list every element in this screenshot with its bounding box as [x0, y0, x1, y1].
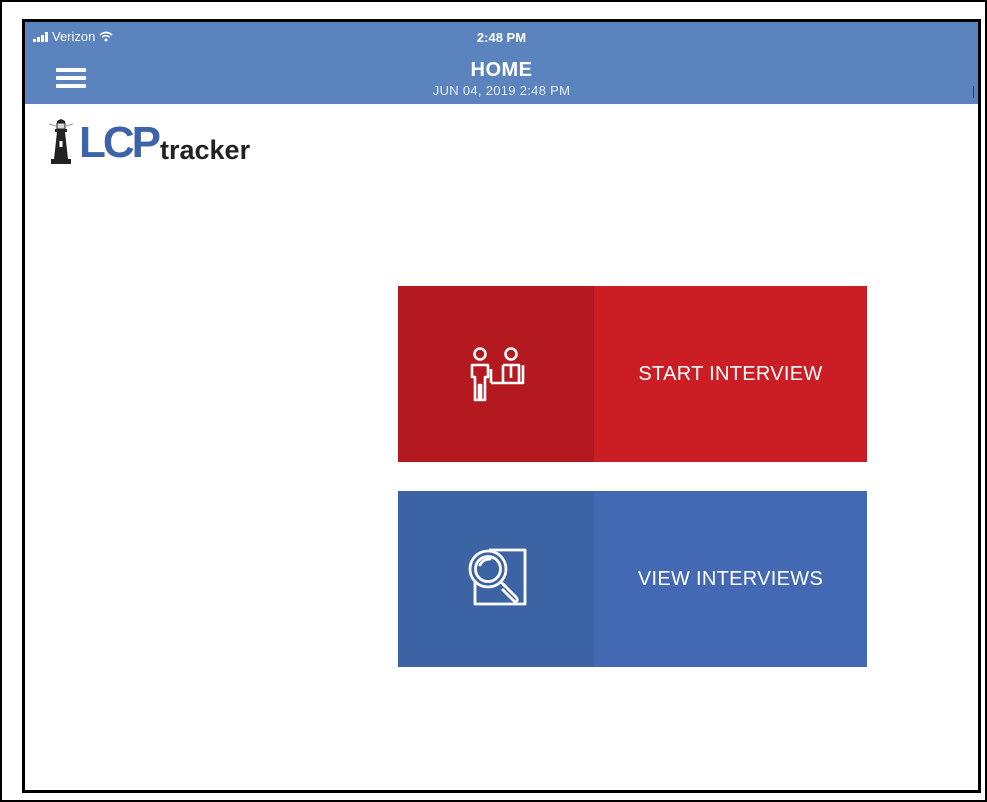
interview-people-icon	[470, 347, 525, 402]
page-subtitle: JUN 04, 2019 2:48 PM	[432, 83, 571, 98]
lighthouse-icon	[48, 119, 74, 164]
view-interviews-button[interactable]: VIEW INTERVIEWS	[398, 491, 867, 667]
start-interview-button[interactable]: START INTERVIEW	[398, 286, 867, 462]
status-time: 2:48 PM	[476, 30, 527, 45]
lcptracker-logo: LCP tracker	[47, 115, 250, 165]
view-interviews-icon-area	[398, 491, 594, 667]
start-interview-label: START INTERVIEW	[638, 362, 823, 385]
logo-tracker-text: tracker	[160, 135, 251, 165]
screenshot-frame: Verizon 2:48 PM HOME JUN 04, 2019 2:48 P…	[0, 0, 987, 802]
app-screen: Verizon 2:48 PM HOME JUN 04, 2019 2:48 P…	[22, 19, 981, 793]
start-interview-icon-area	[398, 286, 594, 462]
view-interviews-label: VIEW INTERVIEWS	[637, 567, 824, 590]
magnifier-document-icon	[468, 548, 527, 606]
logo-lcp-text: LCP	[79, 118, 161, 167]
edge-divider	[973, 86, 974, 98]
top-bar: Verizon 2:48 PM HOME JUN 04, 2019 2:48 P…	[25, 22, 978, 104]
page-title: HOME	[470, 59, 533, 81]
